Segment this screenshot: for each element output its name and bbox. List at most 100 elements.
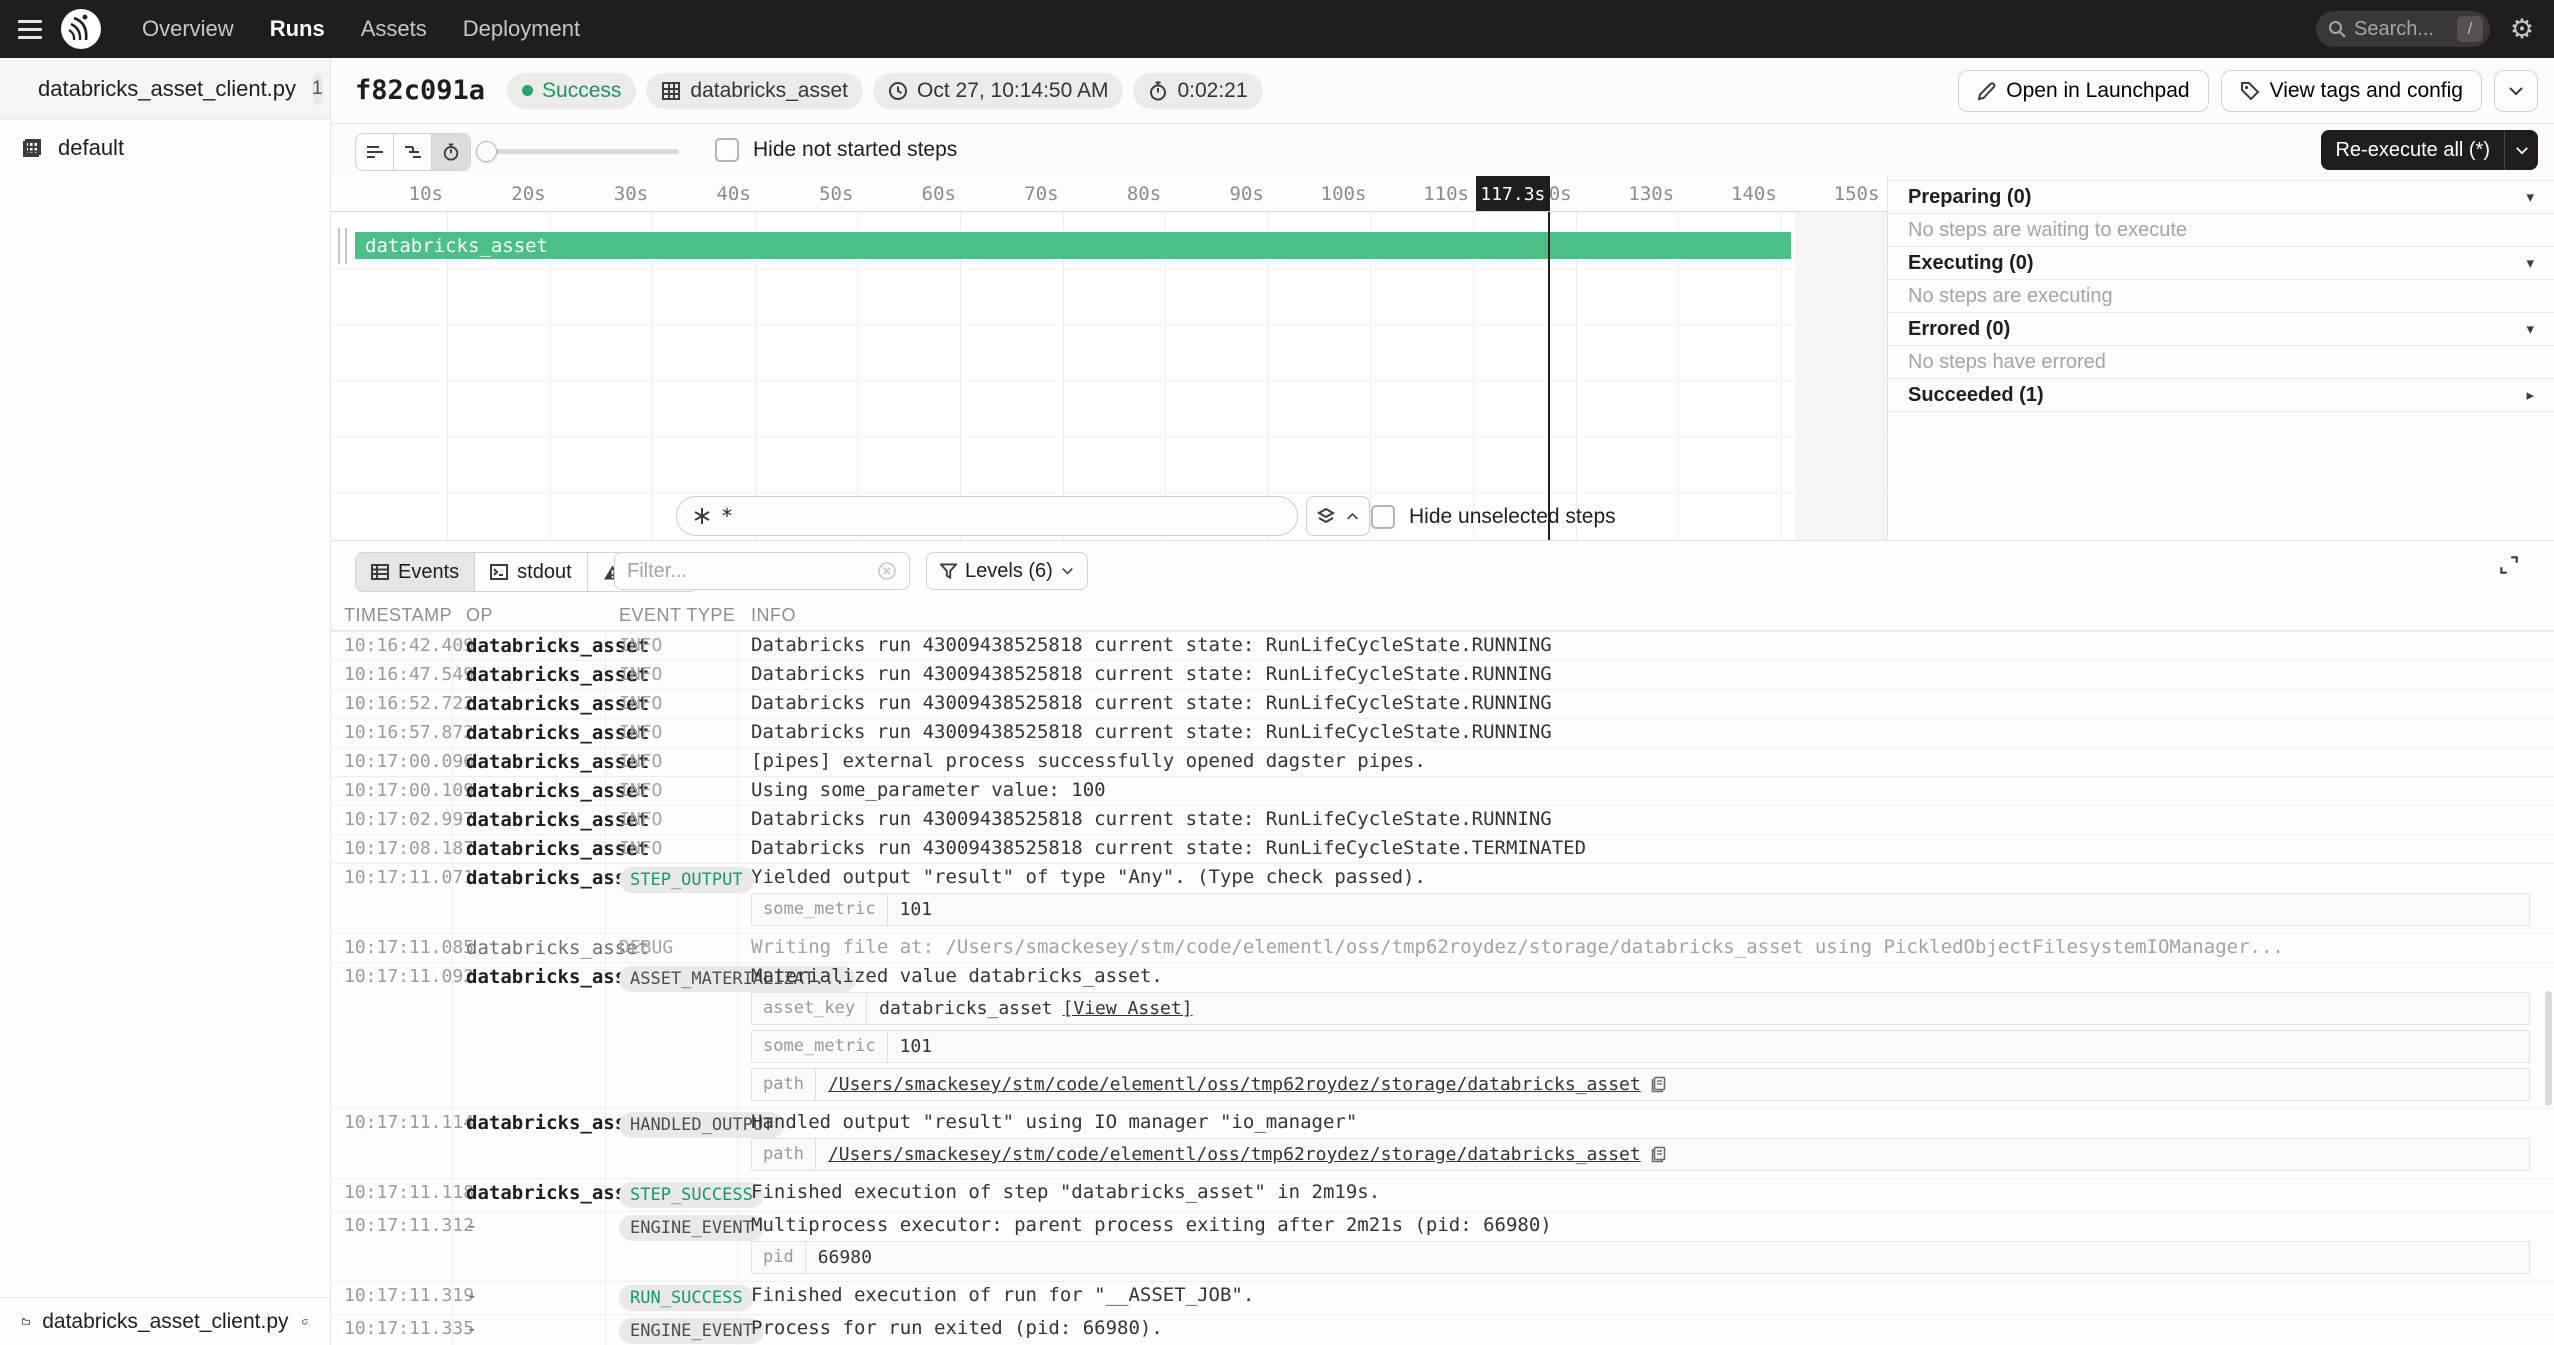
log-row[interactable]: 10:17:11.312-ENGINE_EVENTMultiprocess ex… — [331, 1212, 2554, 1282]
hide-not-started-checkbox[interactable] — [715, 138, 739, 162]
reload-icon[interactable] — [301, 1312, 308, 1332]
metadata-path-link[interactable]: /Users/smackesey/stm/code/elementl/oss/t… — [828, 1144, 1641, 1165]
timed-view-button[interactable] — [432, 134, 470, 170]
hamburger-menu-icon[interactable] — [0, 20, 60, 39]
log-event-type: ENGINE_EVENT — [606, 1212, 738, 1281]
axis-tick-label: 30s — [556, 183, 648, 205]
search-input[interactable]: Search... / — [2316, 11, 2490, 47]
step-filter-input[interactable]: * — [676, 496, 1298, 536]
repo-grid-icon — [22, 138, 42, 158]
timer-icon — [1148, 81, 1168, 101]
nav-item-assets[interactable]: Assets — [361, 16, 427, 42]
flat-view-button[interactable] — [356, 134, 394, 170]
metadata-label: some_metric — [752, 1031, 888, 1062]
gantt-cursor-line — [1548, 212, 1550, 540]
nav-item-overview[interactable]: Overview — [142, 16, 234, 42]
step-status-section-title: Errored (0) — [1908, 318, 2010, 341]
log-metadata-entry: some_metric101 — [751, 1030, 2530, 1063]
duration-badge: 0:02:21 — [1133, 73, 1262, 109]
pencil-icon — [1977, 82, 1996, 101]
log-filter-input[interactable]: Filter... — [614, 552, 910, 590]
grid-line-horizontal — [331, 324, 1887, 325]
log-event-type: ENGINE_EVENT — [606, 1315, 738, 1345]
run-actions-dropdown-button[interactable] — [2494, 70, 2538, 112]
log-row[interactable]: 10:17:11.092databricks_assetASSET_MATERI… — [331, 963, 2554, 1109]
gear-icon[interactable]: ⚙ — [2490, 14, 2554, 45]
log-row[interactable]: 10:17:02.997databricks_assetINFODatabric… — [331, 806, 2554, 835]
log-row[interactable]: 10:17:08.187databricks_assetINFODatabric… — [331, 835, 2554, 864]
gantt-cursor-time-badge: 117.3s — [1476, 176, 1550, 212]
reexecute-dropdown-button[interactable] — [2504, 130, 2538, 170]
log-row[interactable]: 10:16:57.872databricks_assetINFODatabric… — [331, 719, 2554, 748]
nav-item-runs[interactable]: Runs — [270, 16, 325, 42]
event-type-text: DEBUG — [619, 937, 673, 958]
log-column-header: EVENT TYPE — [606, 605, 738, 626]
chevron-up-icon — [1346, 512, 1359, 521]
log-row[interactable]: 10:16:47.549databricks_assetINFODatabric… — [331, 661, 2554, 690]
log-fullscreen-button[interactable] — [2498, 554, 2534, 590]
log-scrollbar-thumb[interactable] — [2545, 991, 2552, 1106]
gantt-step-bar[interactable]: databricks_asset — [355, 232, 1791, 259]
log-metadata-entry: path/Users/smackesey/stm/code/elementl/o… — [751, 1068, 2530, 1101]
log-event-type: INFO — [606, 690, 738, 718]
log-row[interactable]: 10:17:11.071databricks_assetSTEP_OUTPUTY… — [331, 864, 2554, 934]
log-tab-label: Events — [398, 561, 459, 584]
step-status-section-succeeded[interactable]: Succeeded (1)▸ — [1888, 379, 2554, 412]
sidebar-item-default[interactable]: default — [0, 120, 330, 176]
dagster-logo[interactable] — [60, 8, 102, 50]
waterfall-view-button[interactable] — [394, 134, 432, 170]
view-tags-config-button[interactable]: View tags and config — [2221, 70, 2482, 112]
log-row[interactable]: 10:17:00.096databricks_assetINFO[pipes] … — [331, 748, 2554, 777]
hide-unselected-checkbox[interactable] — [1371, 505, 1395, 529]
open-launchpad-button[interactable]: Open in Launchpad — [1958, 70, 2208, 112]
nav-item-deployment[interactable]: Deployment — [463, 16, 580, 42]
metadata-path-link[interactable]: /Users/smackesey/stm/code/elementl/oss/t… — [828, 1074, 1641, 1095]
grid-line-vertical — [1473, 212, 1474, 540]
log-tab-events[interactable]: Events — [356, 553, 475, 591]
log-row[interactable]: 10:17:11.319-RUN_SUCCESSFinished executi… — [331, 1282, 2554, 1315]
levels-dropdown-button[interactable]: Levels (6) — [926, 552, 1088, 590]
step-query-options-button[interactable] — [1306, 496, 1370, 536]
table-icon — [371, 564, 389, 580]
log-info: Databricks run 43009438525818 current st… — [738, 632, 2554, 660]
log-timestamp: 10:16:57.872 — [331, 719, 453, 747]
sidebar-item-databricks-asset-client-py[interactable]: databricks_asset_client.py1 — [0, 58, 330, 120]
copy-icon[interactable] — [1651, 1146, 1666, 1163]
axis-tick-label: 150s — [1787, 183, 1879, 205]
gantt-row-handle[interactable] — [338, 228, 350, 264]
funnel-icon — [940, 563, 957, 579]
log-row[interactable]: 10:16:42.409databricks_assetINFODatabric… — [331, 632, 2554, 661]
asset-badge[interactable]: databricks_asset — [646, 73, 863, 109]
gantt-chart[interactable]: databricks_asset * Hide unselected steps — [331, 212, 1887, 540]
log-row[interactable]: 10:16:52.722databricks_assetINFODatabric… — [331, 690, 2554, 719]
log-row[interactable]: 10:17:11.114databricks_assetHANDLED_OUTP… — [331, 1109, 2554, 1179]
log-row[interactable]: 10:17:11.085databricks_assetDEBUGWriting… — [331, 934, 2554, 963]
copy-icon[interactable] — [1651, 1076, 1666, 1093]
log-tab-stdout[interactable]: stdout — [475, 553, 587, 591]
left-sidebar: databricks_asset_client.py1default datab… — [0, 58, 331, 1345]
chevron-down-icon — [2508, 86, 2524, 96]
grid-line-horizontal — [331, 380, 1887, 381]
gantt-view-mode-group — [355, 133, 471, 171]
axis-tick-label: 90s — [1172, 183, 1264, 205]
zoom-slider[interactable] — [479, 149, 679, 154]
step-status-section-preparing[interactable]: Preparing (0)▾ — [1888, 181, 2554, 214]
event-type-text: INFO — [619, 809, 662, 830]
grid-line-vertical — [857, 212, 858, 540]
log-info: [pipes] external process successfully op… — [738, 748, 2554, 776]
log-row[interactable]: 10:17:11.118databricks_assetSTEP_SUCCESS… — [331, 1179, 2554, 1212]
step-status-section-executing[interactable]: Executing (0)▾ — [1888, 247, 2554, 280]
reexecute-all-button[interactable]: Re-execute all (*) — [2321, 130, 2538, 170]
step-status-section-errored[interactable]: Errored (0)▾ — [1888, 313, 2554, 346]
log-info: Multiprocess executor: parent process ex… — [738, 1212, 2554, 1281]
clear-filter-icon[interactable] — [877, 561, 897, 581]
log-info-text: Yielded output "result" of type "Any". (… — [751, 867, 2546, 888]
zoom-slider-knob[interactable] — [476, 141, 497, 162]
axis-tick-label: 40s — [659, 183, 751, 205]
layers-icon — [1317, 507, 1335, 525]
log-row[interactable]: 10:17:11.335-ENGINE_EVENTProcess for run… — [331, 1315, 2554, 1345]
event-type-badge: STEP_OUTPUT — [619, 867, 754, 893]
log-info-text: Using some_parameter value: 100 — [751, 780, 2546, 801]
log-row[interactable]: 10:17:00.109databricks_assetINFOUsing so… — [331, 777, 2554, 806]
view-asset-link[interactable]: [View Asset] — [1063, 998, 1193, 1019]
